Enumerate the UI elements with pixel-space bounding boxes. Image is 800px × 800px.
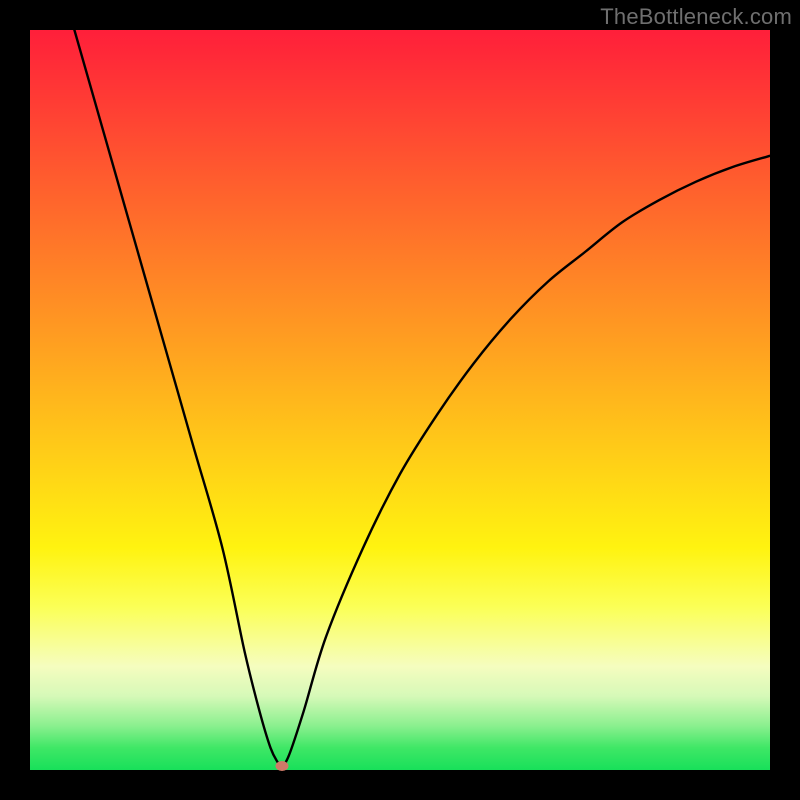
minimum-marker [275, 761, 288, 771]
chart-frame: TheBottleneck.com [0, 0, 800, 800]
watermark-text: TheBottleneck.com [600, 4, 792, 30]
bottleneck-curve [30, 30, 770, 770]
plot-area [30, 30, 770, 770]
